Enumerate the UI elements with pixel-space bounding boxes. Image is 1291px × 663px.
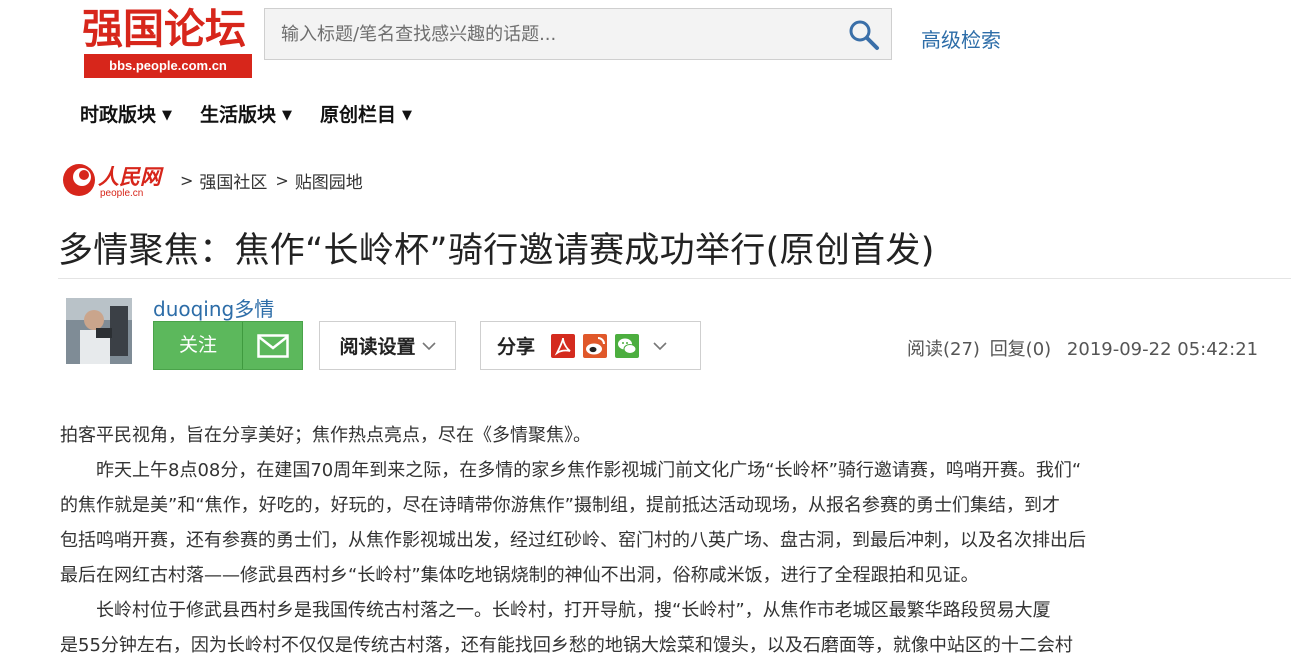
follow-group: 关注 — [153, 321, 303, 370]
chevron-down-icon — [421, 341, 436, 350]
nav-item-label: 原创栏目 — [320, 104, 397, 126]
breadcrumb-item-photo-board[interactable]: 贴图园地 — [295, 168, 363, 193]
nav-item-life[interactable]: 生活版块 ▼ — [200, 100, 292, 128]
people-logo[interactable]: 人民网 people.cn — [60, 161, 172, 199]
caret-down-icon: ▼ — [162, 108, 173, 123]
nav-item-politics[interactable]: 时政版块 ▼ — [80, 100, 172, 128]
post-datetime: 2019-09-22 05:42:21 — [1066, 339, 1259, 360]
breadcrumb-separator: > — [275, 170, 289, 190]
site-logo-title: 强国论坛 — [82, 5, 246, 53]
read-settings-label: 阅读设置 — [339, 336, 416, 358]
weibo-icon[interactable] — [583, 333, 608, 358]
message-button[interactable] — [243, 322, 302, 369]
author-avatar[interactable] — [66, 298, 132, 364]
main-nav: 时政版块 ▼ 生活版块 ▼ 原创栏目 ▼ — [80, 100, 412, 128]
caret-down-icon: ▼ — [402, 108, 413, 123]
wechat-icon[interactable] — [615, 333, 640, 358]
article-line: 是55分钟左右，因为长岭村不仅仅是传统古村落，还有能找回乡愁的地锅大烩菜和馒头，… — [60, 635, 1073, 656]
article-body: 拍客平民视角，旨在分享美好；焦作热点亮点，尽在《多情聚焦》。 昨天上午8点08分… — [60, 418, 1291, 663]
breadcrumb-item-community[interactable]: 强国社区 — [199, 168, 267, 193]
share-bar: 分享 — [480, 321, 701, 370]
people-swirl-icon — [63, 164, 95, 196]
title-divider — [58, 278, 1291, 279]
site-logo[interactable]: 强国论坛 bbs.people.com.cn — [80, 4, 256, 78]
author-name[interactable]: duoqing多情 — [153, 293, 274, 322]
article-line: 拍客平民视角，旨在分享美好；焦作热点亮点，尽在《多情聚焦》。 — [60, 425, 591, 446]
advanced-search-link[interactable]: 高级检索 — [921, 24, 1001, 53]
post-title: 多情聚焦：焦作“长岭杯”骑行邀请赛成功举行(原创首发) — [58, 231, 935, 271]
article-line: 包括鸣哨开赛，还有参赛的勇士们，从焦作影视城出发，经过红砂岭、窑门村的八英广场、… — [60, 530, 1086, 551]
follow-button[interactable]: 关注 — [154, 322, 243, 369]
article-line: 最后在网红古村落——修武县西村乡“长岭村”集体吃地锅烧制的神仙不出洞，俗称咸米饭… — [60, 565, 979, 586]
reply-count[interactable]: 回复(0) — [990, 339, 1052, 360]
read-count: 阅读(27) — [907, 339, 980, 360]
search-bar — [264, 8, 892, 60]
nav-item-original[interactable]: 原创栏目 ▼ — [320, 100, 412, 128]
article-line: 的焦作就是美”和“焦作，好吃的，好玩的，尽在诗晴带你游焦作”摄制组，提前抵达活动… — [60, 495, 1060, 516]
avatar-photo — [66, 298, 132, 364]
article-line: 昨天上午8点08分，在建国70周年到来之际，在多情的家乡焦作影视城门前文化广场“… — [60, 460, 1082, 481]
mail-icon — [256, 333, 289, 358]
post-stats: 阅读(27) 回复(0) 2019-09-22 05:42:21 — [907, 335, 1262, 361]
share-label: 分享 — [497, 336, 536, 358]
breadcrumb-separator: > — [180, 170, 194, 190]
chevron-down-icon[interactable] — [653, 341, 667, 351]
article-line: 长岭村位于修武县西村乡是我国传统古村落之一。长岭村，打开导航，搜“长岭村”，从焦… — [60, 600, 1051, 621]
site-logo-url: bbs.people.com.cn — [84, 54, 252, 78]
search-input[interactable] — [265, 9, 825, 59]
people-logo-name: 人民网 — [98, 164, 161, 189]
breadcrumb: 人民网 people.cn > 强国社区 > 贴图园地 — [60, 160, 363, 200]
search-icon — [849, 20, 879, 50]
caret-down-icon: ▼ — [282, 108, 293, 123]
read-settings-button[interactable]: 阅读设置 — [319, 321, 456, 370]
search-button[interactable] — [847, 18, 881, 52]
nav-item-label: 时政版块 — [80, 104, 157, 126]
nav-item-label: 生活版块 — [200, 104, 277, 126]
people-logo-url: people.cn — [100, 188, 144, 199]
adobe-icon[interactable] — [551, 333, 576, 358]
